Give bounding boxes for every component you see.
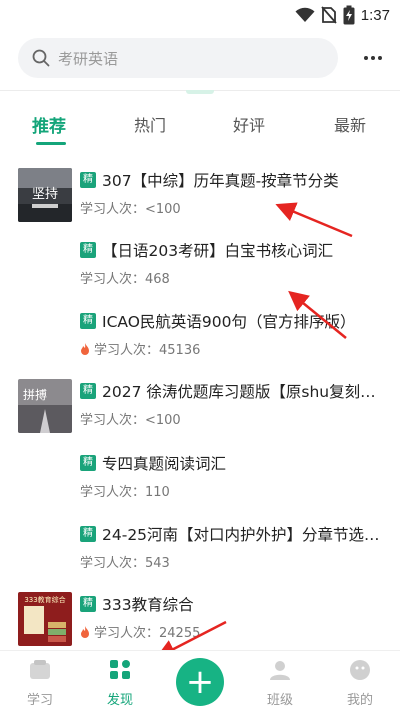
course-title: 专四真题阅读词汇 bbox=[102, 455, 227, 473]
course-item[interactable]: 拼搏 精 2027 徐涛优题库习题版【原shu复刻… 学习人次：<100 bbox=[0, 379, 400, 439]
course-item[interactable]: 精 ICAO民航英语900句（官方排序版） 学习人次：45136 bbox=[0, 309, 400, 369]
learner-count: 学习人次：<100 bbox=[80, 202, 181, 217]
featured-badge: 精 bbox=[80, 455, 96, 471]
profile-icon bbox=[350, 660, 370, 680]
course-title: 333教育综合 bbox=[102, 596, 194, 614]
learner-count: 学习人次：24255 bbox=[94, 626, 201, 641]
learner-count: 学习人次：<100 bbox=[80, 413, 181, 428]
course-item[interactable]: 精 专四真题阅读词汇 学习人次：110 bbox=[0, 451, 400, 511]
more-dots-icon[interactable] bbox=[360, 46, 386, 70]
learner-count: 学习人次：110 bbox=[80, 485, 170, 500]
tab-newest[interactable]: 最新 bbox=[334, 112, 366, 136]
course-title: 24-25河南【对口内护外护】分章节选… bbox=[102, 526, 380, 544]
no-sim-icon bbox=[321, 6, 337, 24]
learner-count: 学习人次：543 bbox=[80, 556, 170, 571]
category-tabs: 推荐 热门 好评 最新 bbox=[0, 112, 400, 148]
featured-badge: 精 bbox=[80, 242, 96, 258]
add-button[interactable]: + bbox=[176, 658, 224, 706]
discover-icon bbox=[110, 660, 130, 679]
learner-count: 学习人次：468 bbox=[80, 272, 170, 287]
svg-text:拼搏: 拼搏 bbox=[23, 388, 47, 402]
add-icon: + bbox=[185, 662, 215, 702]
course-thumbnail: 拼搏 bbox=[18, 379, 72, 433]
tab-hot[interactable]: 热门 bbox=[134, 112, 166, 136]
fire-icon bbox=[81, 625, 89, 638]
course-item[interactable]: 333教育综合 精 333教育综合 学习人次：24255 bbox=[0, 592, 400, 652]
course-thumbnail: 坚持 bbox=[18, 168, 72, 222]
course-title: 307【中综】历年真题-按章节分类 bbox=[102, 172, 339, 190]
status-bar: 1:37 bbox=[0, 0, 400, 30]
featured-badge: 精 bbox=[80, 383, 96, 399]
status-time: 1:37 bbox=[360, 6, 390, 24]
class-icon bbox=[270, 661, 290, 680]
active-tab-indicator bbox=[36, 142, 66, 145]
status-icons: 1:37 bbox=[295, 5, 390, 25]
fire-icon bbox=[81, 342, 89, 355]
search-icon bbox=[32, 49, 50, 67]
svg-text:333教育综合: 333教育综合 bbox=[24, 595, 65, 604]
course-title: 【日语203考研】白宝书核心词汇 bbox=[102, 242, 334, 260]
course-title: ICAO民航英语900句（官方排序版） bbox=[102, 313, 356, 331]
wifi-icon bbox=[295, 7, 315, 22]
course-title: 2027 徐涛优题库习题版【原shu复刻… bbox=[102, 383, 376, 401]
course-item[interactable]: 精 【日语203考研】白宝书核心词汇 学习人次：468 bbox=[0, 238, 400, 298]
battery-charging-icon bbox=[343, 5, 355, 25]
pull-indicator bbox=[186, 90, 214, 94]
search-input[interactable]: 考研英语 bbox=[18, 38, 338, 78]
nav-profile[interactable]: 我的 bbox=[330, 659, 390, 708]
featured-badge: 精 bbox=[80, 313, 96, 329]
nav-class[interactable]: 班级 bbox=[250, 659, 310, 708]
nav-study[interactable]: 学习 bbox=[10, 659, 70, 708]
course-thumbnail: 333教育综合 bbox=[18, 592, 72, 646]
search-placeholder: 考研英语 bbox=[58, 49, 119, 68]
course-item[interactable]: 坚持 精 307【中综】历年真题-按章节分类 学习人次：<100 bbox=[0, 168, 400, 228]
featured-badge: 精 bbox=[80, 526, 96, 542]
tab-recommended[interactable]: 推荐 bbox=[32, 112, 66, 137]
featured-badge: 精 bbox=[80, 172, 96, 188]
tab-top-rated[interactable]: 好评 bbox=[233, 112, 265, 136]
course-item[interactable]: 精 24-25河南【对口内护外护】分章节选… 学习人次：543 bbox=[0, 522, 400, 582]
learner-count: 学习人次：45136 bbox=[94, 343, 201, 358]
nav-discover[interactable]: 发现 bbox=[90, 659, 150, 708]
study-icon bbox=[30, 660, 50, 679]
svg-text:坚持: 坚持 bbox=[32, 187, 58, 202]
featured-badge: 精 bbox=[80, 596, 96, 612]
